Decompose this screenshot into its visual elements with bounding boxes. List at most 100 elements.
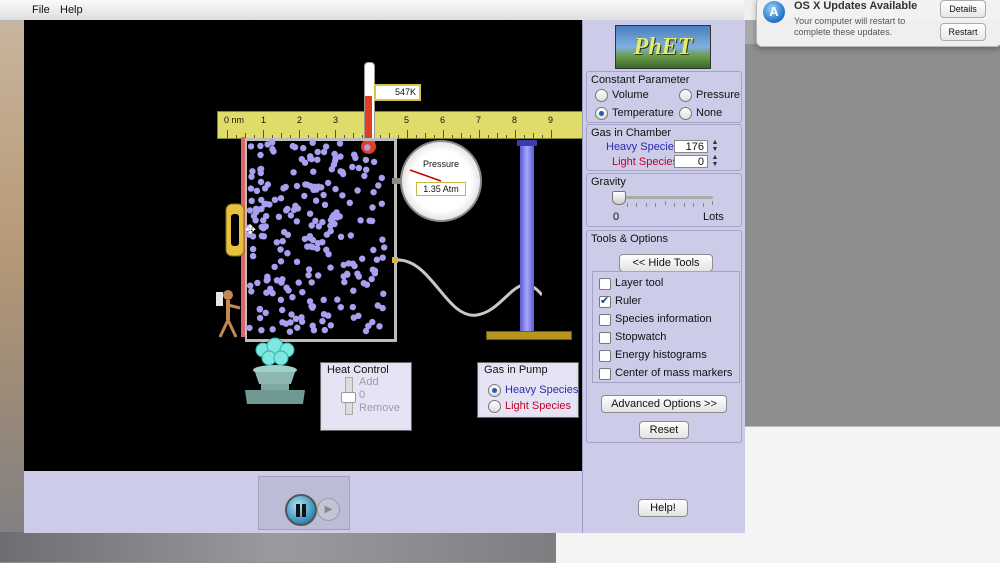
none-radio[interactable] (679, 107, 692, 120)
pressure-label[interactable]: Pressure (696, 89, 740, 101)
ruler-label-text[interactable]: Ruler (615, 295, 641, 307)
ruler-label: 5 (404, 115, 410, 125)
heavy-particle (300, 144, 307, 152)
heavy-particle (345, 260, 352, 267)
gravity-slider-track[interactable] (613, 196, 713, 199)
pause-button[interactable] (285, 494, 317, 526)
phet-logo[interactable]: PhET (615, 25, 711, 69)
heavy-species-field[interactable]: 176 (674, 140, 708, 153)
step-button[interactable]: ▶ (317, 498, 340, 521)
heavy-particle (279, 276, 286, 283)
energy-histograms-checkbox[interactable] (599, 350, 611, 362)
pressure-radio[interactable] (679, 89, 692, 102)
heavy-particle (292, 202, 299, 209)
light-species-label: Light Species (612, 156, 679, 168)
heavy-particle (307, 155, 314, 162)
gas-particles (245, 139, 388, 335)
app-store-icon (763, 1, 785, 23)
update-notification[interactable]: OS X Updates Available Your computer wil… (756, 0, 1000, 47)
temperature-radio[interactable] (595, 107, 608, 120)
menu-file[interactable]: File (32, 4, 50, 16)
ruler-tick (524, 135, 525, 138)
gravity-tick (626, 203, 628, 207)
layer-tool-checkbox[interactable] (599, 278, 611, 290)
ruler-tick (452, 135, 453, 138)
heavy-particle (301, 192, 308, 200)
ruler-tick (533, 133, 534, 138)
heavy-particle (307, 243, 314, 250)
gravity-slider-knob[interactable] (612, 191, 626, 205)
ruler-tick (299, 130, 300, 138)
heavy-particle (298, 314, 305, 321)
clock-control-panel: ▶ (258, 476, 350, 530)
pump-light-radio[interactable] (488, 400, 501, 413)
center-of-mass-label[interactable]: Center of mass markers (615, 367, 732, 379)
ruler-tick (416, 135, 417, 138)
pump-light-label[interactable]: Light Species (505, 400, 571, 412)
heavy-particle (271, 263, 278, 271)
heavy-particle (355, 164, 363, 172)
energy-histograms-label[interactable]: Energy histograms (615, 349, 707, 361)
heavy-particle (257, 166, 264, 173)
heavy-particle (284, 205, 291, 213)
heavy-particle (320, 148, 328, 156)
heavy-particle (327, 227, 334, 235)
gravity-group: Gravity 0 Lots (586, 173, 742, 227)
layer-tool-label[interactable]: Layer tool (615, 277, 663, 289)
volume-radio[interactable] (595, 89, 608, 102)
heavy-particle (253, 187, 261, 194)
reset-button[interactable]: Reset (639, 421, 689, 439)
heavy-particle (314, 156, 321, 163)
pump-handle-top[interactable] (517, 140, 537, 146)
heavy-particle (306, 210, 314, 217)
center-of-mass-checkbox[interactable] (599, 368, 611, 380)
ruler[interactable]: 0 nm 1 2 3 4 5 6 7 8 9 (217, 111, 582, 139)
heat-value-label: 0 (359, 389, 366, 401)
light-species-stepper[interactable]: ▲ ▼ (711, 154, 719, 169)
details-button[interactable]: Details (940, 0, 986, 18)
heavy-particle (257, 151, 264, 159)
restart-button[interactable]: Restart (940, 23, 986, 41)
temperature-label[interactable]: Temperature (612, 107, 674, 119)
heavy-particle (264, 181, 272, 188)
heavy-species-stepper[interactable]: ▲ ▼ (711, 139, 719, 154)
heavy-particle (331, 220, 338, 228)
species-information-label[interactable]: Species information (615, 313, 712, 325)
stopwatch-label[interactable]: Stopwatch (615, 331, 666, 343)
pump-heavy-label[interactable]: Heavy Species (505, 384, 578, 396)
heavy-particle (256, 314, 264, 322)
help-button[interactable]: Help! (638, 499, 688, 517)
phet-logo-text: PhET (633, 34, 693, 60)
heavy-particle (305, 266, 313, 273)
ruler-tick (335, 130, 336, 138)
heavy-particle (279, 306, 286, 314)
temperature-readout: 547K (374, 84, 421, 101)
heavy-particle (280, 185, 287, 192)
pump-heavy-radio[interactable] (488, 384, 501, 397)
none-label[interactable]: None (696, 107, 722, 119)
volume-label[interactable]: Volume (612, 89, 649, 101)
clock-control-bar: ▶ (24, 471, 582, 533)
pump-base (486, 331, 572, 340)
light-species-field[interactable]: 0 (674, 155, 708, 168)
pump-handle[interactable] (520, 145, 534, 333)
stopwatch-checkbox[interactable] (599, 332, 611, 344)
heavy-particle (370, 189, 377, 196)
simulation-canvas[interactable]: 0 nm 1 2 3 4 5 6 7 8 9 547K (24, 20, 582, 471)
heavy-particle (287, 319, 294, 326)
menu-help[interactable]: Help (60, 4, 83, 16)
advanced-options-button[interactable]: Advanced Options >> (601, 395, 727, 413)
heavy-particle (368, 275, 375, 283)
ruler-checkbox[interactable] (599, 294, 611, 308)
heavy-particle (287, 212, 295, 219)
tools-options-group: Tools & Options << Hide Tools Layer tool… (586, 230, 742, 443)
species-information-checkbox[interactable] (599, 314, 611, 326)
hide-tools-button[interactable]: << Hide Tools (619, 254, 713, 272)
heavy-particle (341, 278, 348, 286)
heavy-particle (304, 181, 311, 188)
gravity-tick (655, 203, 656, 207)
heat-add-label: Add (359, 376, 379, 388)
heavy-particle (309, 303, 317, 310)
heat-slider-knob[interactable] (341, 392, 356, 403)
heavy-particle (247, 185, 255, 192)
